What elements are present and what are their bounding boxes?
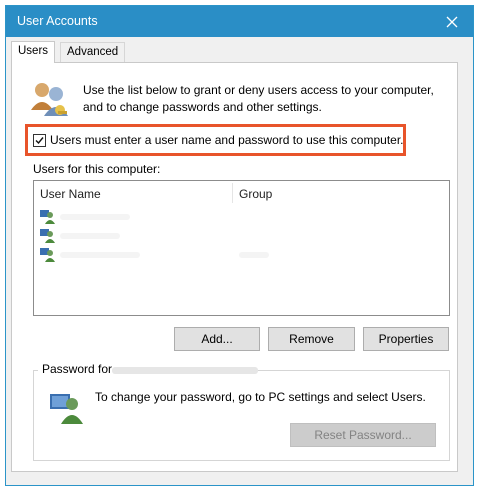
- reset-password-button[interactable]: Reset Password...: [290, 423, 436, 447]
- properties-button[interactable]: Properties: [363, 327, 449, 351]
- redacted-name: [60, 214, 130, 220]
- user-icon: [40, 210, 55, 224]
- users-list[interactable]: User Name Group: [33, 180, 450, 316]
- title-bar[interactable]: User Accounts: [6, 6, 473, 37]
- remove-button[interactable]: Remove: [268, 327, 355, 351]
- intro-line-1: Use the list below to grant or deny user…: [83, 83, 434, 97]
- redacted-name: [60, 233, 120, 239]
- close-icon: [446, 16, 458, 27]
- user-icon: [40, 229, 55, 243]
- password-group-legend: Password for: [38, 362, 117, 376]
- checkmark-icon: [35, 136, 44, 144]
- column-header-user-name[interactable]: User Name: [40, 187, 101, 201]
- redacted-group: [239, 252, 269, 258]
- intro-text: Use the list below to grant or deny user…: [83, 82, 443, 116]
- table-row[interactable]: [34, 207, 449, 225]
- users-list-label: Users for this computer:: [33, 162, 161, 176]
- table-row[interactable]: [34, 226, 449, 244]
- require-password-option[interactable]: Users must enter a user name and passwor…: [33, 133, 404, 147]
- redacted-account-name: [112, 367, 258, 374]
- redacted-name: [60, 252, 140, 258]
- intro-line-2: and to change passwords and other settin…: [83, 100, 322, 114]
- tab-users[interactable]: Users: [11, 41, 56, 63]
- column-header-group[interactable]: Group: [239, 187, 272, 201]
- user-icon: [40, 248, 55, 262]
- table-row[interactable]: [34, 245, 449, 263]
- close-button[interactable]: [431, 6, 473, 37]
- add-button[interactable]: Add...: [174, 327, 260, 351]
- require-password-label: Users must enter a user name and passwor…: [50, 133, 404, 147]
- password-instructions: To change your password, go to PC settin…: [95, 390, 426, 404]
- user-password-icon: [50, 394, 83, 424]
- column-divider[interactable]: [232, 183, 233, 203]
- require-password-checkbox[interactable]: [33, 133, 46, 147]
- password-groupbox: [33, 370, 450, 461]
- users-group-icon: [31, 83, 68, 116]
- window-title: User Accounts: [17, 14, 98, 28]
- tab-advanced[interactable]: Advanced: [60, 42, 126, 62]
